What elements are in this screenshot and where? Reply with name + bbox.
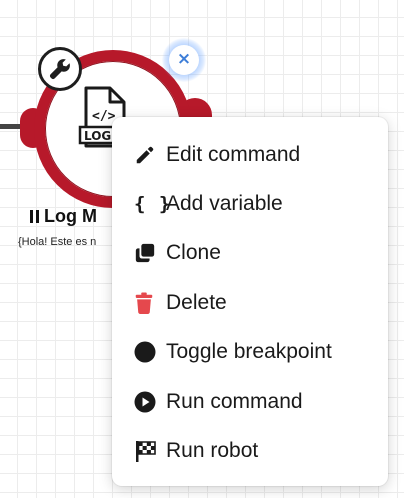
menu-item-add-variable[interactable]: { } Add variable [112,179,388,228]
node-title: Log M [30,206,97,227]
trash-icon [134,291,160,315]
menu-item-edit-command[interactable]: Edit command [112,130,388,179]
close-node-button[interactable]: × [162,38,206,82]
menu-item-delete[interactable]: Delete [112,278,388,327]
menu-item-run-command[interactable]: Run command [112,377,388,426]
menu-item-label: Run command [166,389,303,413]
svg-text:LOG: LOG [84,129,111,143]
wrench-icon [49,59,70,80]
menu-item-label: Clone [166,241,221,265]
menu-item-label: Toggle breakpoint [166,340,332,364]
menu-item-label: Delete [166,290,227,314]
close-icon: × [169,45,199,75]
node-settings-button[interactable] [38,47,82,91]
menu-item-label: Run robot [166,439,259,463]
pause-icon [30,210,40,223]
pencil-icon [134,143,160,167]
menu-item-label: Edit command [166,142,301,166]
menu-item-label: Add variable [166,192,283,216]
circle-icon [134,340,160,364]
play-circle-icon [134,390,160,414]
menu-item-run-robot[interactable]: Run robot [112,426,388,475]
node-subtitle: {Hola! Este es n [18,236,97,248]
menu-item-clone[interactable]: Clone [112,229,388,278]
clone-icon [134,241,160,265]
braces-icon: { } [134,193,172,216]
context-menu: Edit command { } Add variable Clone Dele… [112,117,388,486]
checkered-flag-icon [134,439,160,463]
node-title-text: Log M [44,206,97,226]
menu-item-toggle-breakpoint[interactable]: Toggle breakpoint [112,328,388,377]
